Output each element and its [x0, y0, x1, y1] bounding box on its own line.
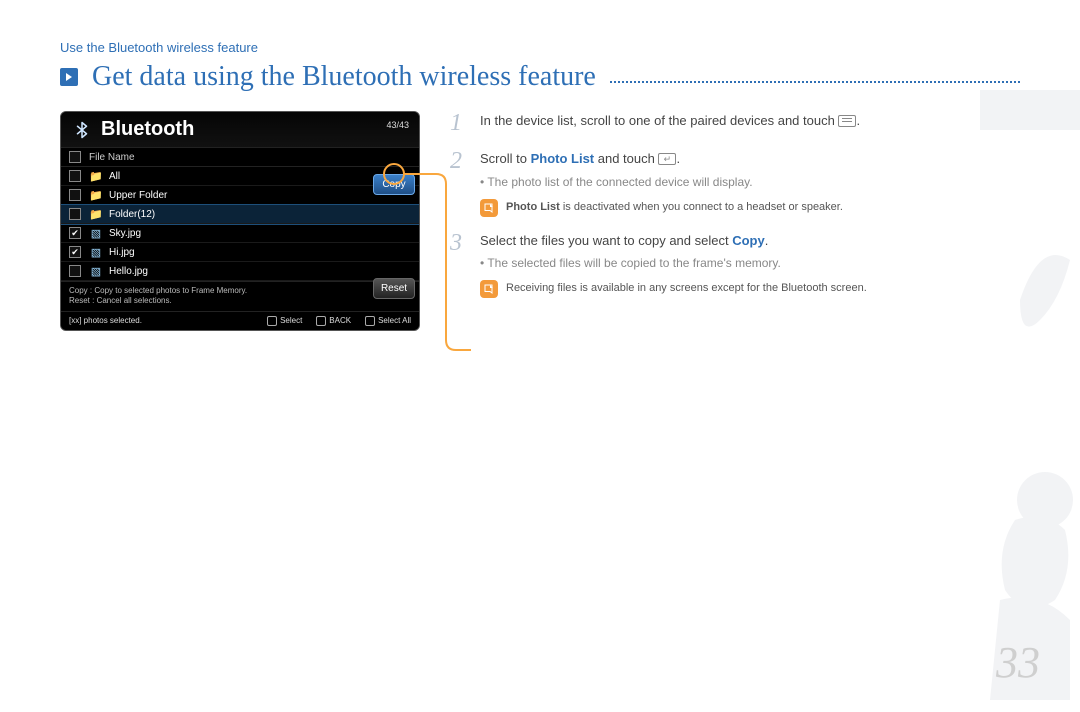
- image-icon: ▧: [89, 228, 103, 239]
- row-checkbox: [69, 265, 81, 277]
- step-2: 2 Scroll to Photo List and touch . The p…: [450, 149, 1020, 217]
- step-number: 1: [450, 111, 466, 135]
- step-text: In the device list, scroll to one of the…: [480, 113, 838, 128]
- note-block: Receiving files is available in any scre…: [480, 280, 1020, 298]
- note-icon: [480, 199, 498, 217]
- header-checkbox: [69, 151, 81, 163]
- row-checkbox-checked: ✔: [69, 227, 81, 239]
- reset-button: Reset: [373, 278, 415, 299]
- row-label: Upper Folder: [109, 190, 167, 201]
- step-number: 2: [450, 149, 466, 217]
- step-text: Select the files you want to copy and se…: [480, 233, 732, 248]
- row-label: All: [109, 171, 120, 182]
- step-text: .: [856, 113, 860, 128]
- menu-icon: [838, 115, 856, 127]
- note-text: Receiving files is available in any scre…: [506, 280, 867, 298]
- list-row-selected: 📁 Folder(12): [61, 205, 419, 224]
- list-row: ✔ ▧ Hi.jpg: [61, 243, 419, 262]
- note-text: Photo List is deactivated when you conne…: [506, 199, 843, 217]
- row-label: Hello.jpg: [109, 266, 148, 277]
- row-checkbox: [69, 170, 81, 182]
- page-title: Get data using the Bluetooth wireless fe…: [92, 61, 596, 93]
- decor-background: [960, 0, 1080, 712]
- breadcrumb: Use the Bluetooth wireless feature: [60, 40, 1020, 55]
- screenshot-note: Copy : Copy to selected photos to Frame …: [61, 281, 419, 311]
- list-row: 📁 Upper Folder: [61, 186, 419, 205]
- step-number: 3: [450, 231, 466, 299]
- screenshot-title: Bluetooth: [101, 118, 194, 141]
- screenshot-statusbar: [xx] photos selected. Select BACK Select…: [61, 311, 419, 330]
- step-text: Scroll to: [480, 151, 531, 166]
- row-checkbox: [69, 208, 81, 220]
- step-text: .: [676, 151, 680, 166]
- folder-icon: 📁: [89, 171, 103, 182]
- step-text: .: [765, 233, 769, 248]
- heading-row: Get data using the Bluetooth wireless fe…: [60, 61, 1020, 93]
- folder-icon: 📁: [89, 209, 103, 220]
- row-checkbox-checked: ✔: [69, 246, 81, 258]
- status-back: BACK: [316, 316, 351, 326]
- list-row: ✔ ▧ Sky.jpg: [61, 224, 419, 243]
- list-header-label: File Name: [89, 152, 135, 163]
- step-1: 1 In the device list, scroll to one of t…: [450, 111, 1020, 135]
- enter-icon: [658, 153, 676, 165]
- step-text: and touch: [594, 151, 658, 166]
- step-3: 3 Select the files you want to copy and …: [450, 231, 1020, 299]
- bluetooth-screenshot: Bluetooth 43/43 File Name 📁 All 📁 Upper …: [60, 111, 420, 331]
- image-icon: ▧: [89, 266, 103, 277]
- status-selectall: Select All: [365, 316, 411, 326]
- list-header-row: File Name: [61, 148, 419, 167]
- folder-icon: 📁: [89, 190, 103, 201]
- screenshot-body: File Name 📁 All 📁 Upper Folder 📁 Folder(…: [61, 148, 419, 281]
- list-row: ▧ Hello.jpg: [61, 262, 419, 281]
- status-select: Select: [267, 316, 302, 326]
- step-body: Select the files you want to copy and se…: [480, 231, 1020, 299]
- row-label: Hi.jpg: [109, 247, 135, 258]
- step-body: Scroll to Photo List and touch . The pho…: [480, 149, 1020, 217]
- list-row: 📁 All: [61, 167, 419, 186]
- copy-button: Copy: [373, 174, 415, 195]
- photo-list-highlight: Photo List: [531, 151, 595, 166]
- note-line: Copy : Copy to selected photos to Frame …: [69, 286, 411, 296]
- row-label: Folder(12): [109, 209, 155, 220]
- screenshot-header: Bluetooth 43/43: [61, 112, 419, 148]
- status-left: [xx] photos selected.: [69, 316, 142, 325]
- note-block: Photo List is deactivated when you conne…: [480, 199, 1020, 217]
- screenshot-counter: 43/43: [386, 120, 409, 130]
- note-line: Reset : Cancel all selections.: [69, 296, 411, 306]
- heading-bullet-icon: [60, 68, 78, 86]
- row-checkbox: [69, 189, 81, 201]
- bluetooth-icon: [71, 119, 93, 141]
- step-bullet: The photo list of the connected device w…: [480, 173, 1020, 191]
- image-icon: ▧: [89, 247, 103, 258]
- row-label: Sky.jpg: [109, 228, 141, 239]
- steps-column: 1 In the device list, scroll to one of t…: [450, 111, 1020, 312]
- note-icon: [480, 280, 498, 298]
- copy-highlight: Copy: [732, 233, 765, 248]
- page-number: 33: [996, 637, 1040, 688]
- step-bullet: The selected files will be copied to the…: [480, 254, 1020, 272]
- step-body: In the device list, scroll to one of the…: [480, 111, 1020, 135]
- heading-dotted-line: [610, 81, 1020, 83]
